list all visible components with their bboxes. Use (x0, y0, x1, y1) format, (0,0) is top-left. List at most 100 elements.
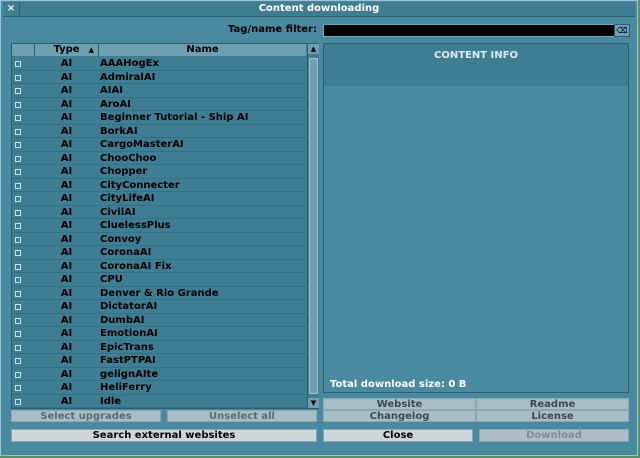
row-checkbox[interactable] (15, 209, 21, 216)
list-item[interactable]: AI gelignAIte (12, 368, 306, 381)
row-checkbox[interactable] (15, 196, 21, 202)
tag-name-filter-input[interactable] (323, 24, 615, 37)
list-item[interactable]: AI CoronaAI (12, 246, 306, 260)
list-item[interactable]: AI FastPTPAI (12, 354, 306, 368)
header-checkbox-column[interactable] (12, 44, 35, 56)
row-type: AI (60, 179, 73, 191)
list-item[interactable]: AI DictatorAI (12, 300, 306, 314)
row-name: FastPTPAI (100, 355, 156, 366)
row-checkbox[interactable] (15, 371, 21, 378)
row-checkbox[interactable] (15, 142, 21, 148)
content-info-heading: CONTENT INFO (324, 44, 628, 86)
row-name: AAAHogEx (100, 58, 159, 69)
header-type-label: Type (53, 44, 80, 55)
row-type: AI (60, 71, 73, 83)
content-list: Type ▲ Name AI AAAHogEx AI AdmiralAI AI AIAI A… (11, 43, 319, 409)
row-name: CPU (100, 274, 123, 285)
row-type: AI (60, 274, 73, 285)
row-name: CityLifeAI (100, 193, 155, 204)
close-window-icon[interactable]: × (3, 2, 20, 16)
list-item[interactable]: AI AroAI (12, 98, 306, 111)
list-item[interactable]: AI AdmiralAI (12, 71, 306, 84)
row-name: Beginner Tutorial - Ship AI (100, 112, 249, 123)
row-checkbox[interactable] (15, 317, 21, 324)
list-item[interactable]: AI Beginner Tutorial - Ship AI (12, 111, 306, 125)
row-checkbox[interactable] (15, 290, 21, 297)
row-checkbox[interactable] (15, 155, 21, 162)
scroll-down-icon[interactable]: ▼ (308, 398, 319, 408)
search-external-websites-button[interactable]: Search external websites (11, 429, 317, 442)
row-type: AI (60, 355, 73, 366)
list-item[interactable]: AI CargoMasterAI (12, 138, 306, 152)
row-checkbox[interactable] (15, 61, 21, 67)
header-type[interactable]: Type ▲ (35, 44, 99, 56)
list-item[interactable]: AI CityLifeAI (12, 192, 306, 206)
row-type: AI (60, 233, 73, 245)
row-checkbox[interactable] (15, 223, 21, 229)
scrollbar-thumb[interactable] (309, 58, 318, 394)
list-item[interactable]: AI Chopper (12, 165, 306, 179)
row-name: CivilAI (100, 206, 136, 218)
list-item[interactable]: AI Idle (12, 395, 306, 408)
close-button[interactable]: Close (323, 429, 473, 442)
row-checkbox[interactable] (15, 74, 21, 81)
row-name: CargoMasterAI (100, 139, 184, 150)
unselect-all-button[interactable]: Unselect all (167, 410, 317, 422)
select-upgrades-button[interactable]: Select upgrades (11, 410, 161, 422)
list-item[interactable]: AI CoronaAI Fix (12, 260, 306, 273)
row-type: AI (60, 287, 73, 299)
list-item[interactable]: AI CivilAI (12, 206, 306, 219)
list-item[interactable]: AI DumbAI (12, 314, 306, 327)
window-titlebar[interactable]: × Content downloading (3, 2, 635, 17)
row-checkbox[interactable] (15, 169, 21, 175)
row-checkbox[interactable] (15, 344, 21, 351)
total-download-size: Total download size: 0 B (330, 379, 466, 390)
row-checkbox[interactable] (15, 101, 21, 108)
list-item[interactable]: AI CluelessPlus (12, 219, 306, 233)
row-checkbox[interactable] (15, 277, 21, 283)
row-checkbox[interactable] (15, 182, 21, 189)
row-name: AdmiralAI (100, 71, 156, 83)
list-item[interactable]: AI EpicTrans (12, 341, 306, 354)
row-name: CoronaAI Fix (100, 260, 172, 272)
list-item[interactable]: AI CPU (12, 273, 306, 287)
row-checkbox[interactable] (15, 250, 21, 256)
row-type: AI (60, 152, 73, 164)
header-name[interactable]: Name (99, 44, 306, 56)
list-item[interactable]: AI BorkAI (12, 125, 306, 138)
readme-button[interactable]: Readme (476, 398, 629, 410)
list-scrollbar[interactable]: ▲ ▼ (307, 44, 319, 408)
list-item[interactable]: AI Denver & Rio Grande (12, 287, 306, 300)
row-name: CoronaAI (100, 247, 152, 258)
list-item[interactable]: AI CityConnecter (12, 179, 306, 192)
changelog-button[interactable]: Changelog (323, 410, 476, 422)
list-item[interactable]: AI HeliFerry (12, 381, 306, 395)
download-button[interactable]: Download (479, 429, 629, 442)
clear-filter-icon[interactable]: ⌫ (614, 24, 630, 37)
row-checkbox[interactable] (15, 88, 21, 94)
list-header: Type ▲ Name (12, 44, 306, 56)
list-item[interactable]: AI ChooChoo (12, 152, 306, 165)
row-name: Denver & Rio Grande (100, 287, 219, 299)
row-name: EmotionAI (100, 328, 158, 339)
scroll-up-icon[interactable]: ▲ (308, 44, 319, 54)
row-checkbox[interactable] (15, 358, 21, 364)
row-checkbox[interactable] (15, 263, 21, 270)
row-type: AI (60, 139, 73, 150)
row-checkbox[interactable] (15, 385, 21, 391)
row-type: AI (60, 314, 73, 326)
row-checkbox[interactable] (15, 236, 21, 243)
list-item[interactable]: AI EmotionAI (12, 327, 306, 341)
list-item[interactable]: AI AAAHogEx (12, 57, 306, 71)
row-name: DictatorAI (100, 301, 158, 312)
list-item[interactable]: AI AIAI (12, 84, 306, 98)
row-checkbox[interactable] (15, 115, 21, 121)
row-checkbox[interactable] (15, 398, 21, 405)
row-checkbox[interactable] (15, 128, 21, 135)
list-item[interactable]: AI Convoy (12, 233, 306, 246)
row-checkbox[interactable] (15, 304, 21, 310)
website-button[interactable]: Website (323, 398, 476, 410)
row-checkbox[interactable] (15, 331, 21, 337)
row-name: AroAI (100, 98, 132, 110)
license-button[interactable]: License (476, 410, 629, 422)
